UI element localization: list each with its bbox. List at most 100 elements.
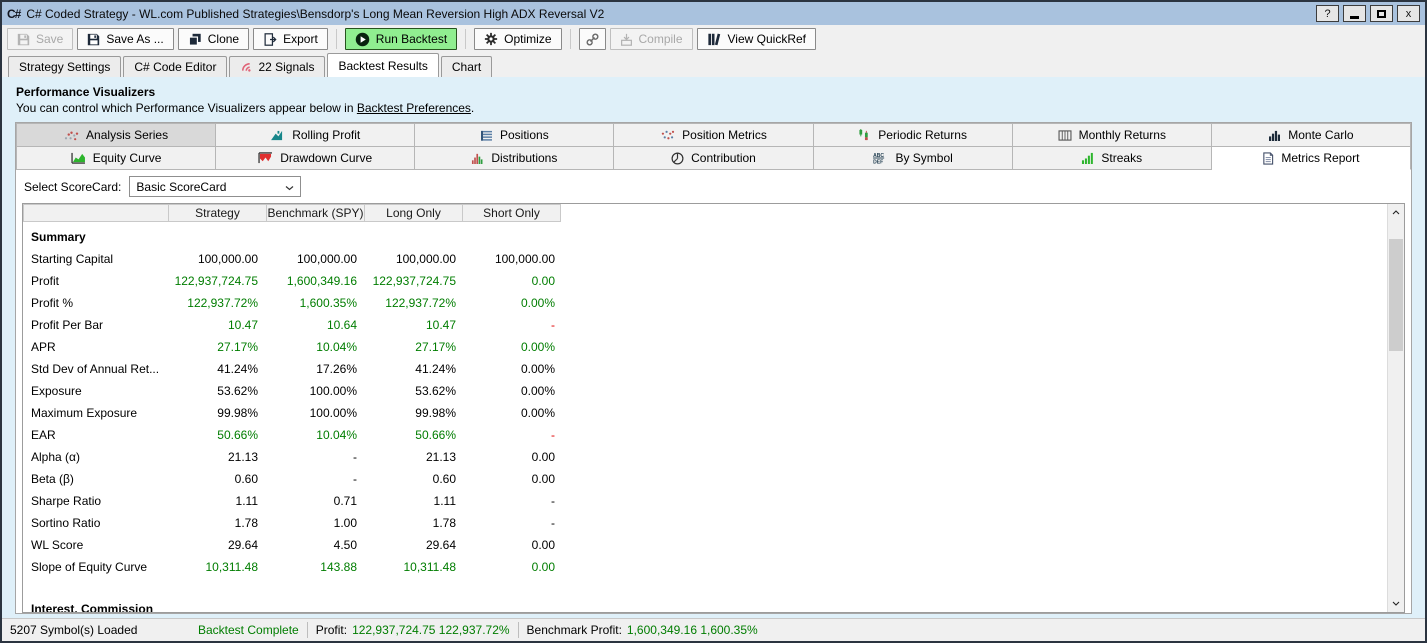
contribution-pie-icon (671, 152, 684, 165)
metric-value: 100,000.00 (367, 252, 466, 266)
metric-row: Std Dev of Annual Ret...41.24%17.26%41.2… (23, 358, 1404, 380)
optimize-button[interactable]: Optimize (474, 28, 561, 50)
tab-strategy-settings[interactable]: Strategy Settings (8, 56, 121, 77)
vertical-scrollbar[interactable] (1387, 204, 1404, 612)
tab-signals[interactable]: 22 Signals (229, 56, 325, 77)
metric-value: 10.04% (268, 340, 367, 354)
scrollbar-thumb[interactable] (1389, 239, 1403, 351)
viz-tab-periodic-returns[interactable]: Periodic Returns (814, 123, 1013, 147)
drawdown-curve-icon (258, 152, 273, 164)
metric-value: 1,600.35% (268, 296, 367, 310)
analysis-series-icon (64, 130, 79, 141)
run-backtest-button[interactable]: Run Backtest (345, 28, 457, 50)
metric-row: Starting Capital100,000.00100,000.00100,… (23, 248, 1404, 270)
tab-label: 22 Signals (258, 60, 314, 74)
viz-tab-by-symbol[interactable]: ABCDEF By Symbol (814, 146, 1013, 170)
metric-label: Std Dev of Annual Ret... (23, 362, 169, 376)
metric-value: 0.00 (466, 472, 565, 486)
toolbar-separator (336, 29, 337, 49)
viz-tab-label: Position Metrics (682, 128, 767, 142)
metric-value: 0.60 (169, 472, 268, 486)
export-icon (263, 33, 277, 46)
metric-row: Beta (β)0.60-0.600.00 (23, 468, 1404, 490)
monthly-returns-icon (1058, 130, 1072, 141)
save-label: Save (36, 32, 63, 46)
titlebar[interactable]: C# C# Coded Strategy - WL.com Published … (2, 2, 1425, 25)
metric-value: 1.78 (367, 516, 466, 530)
viz-tab-metrics-report[interactable]: Metrics Report (1212, 146, 1411, 170)
link-button[interactable] (579, 28, 606, 50)
metric-value: 1.11 (367, 494, 466, 508)
monte-carlo-icon (1268, 130, 1281, 141)
scroll-up-arrow[interactable] (1388, 204, 1404, 221)
viz-tab-label: Monthly Returns (1079, 128, 1166, 142)
metric-value: - (466, 494, 565, 508)
help-button[interactable]: ? (1316, 5, 1339, 22)
viz-tab-streaks[interactable]: Streaks (1013, 146, 1212, 170)
gear-icon (484, 32, 498, 46)
metric-value: 122,937.72% (367, 296, 466, 310)
close-button[interactable]: x (1397, 5, 1420, 22)
tab-chart[interactable]: Chart (441, 56, 492, 77)
scorecard-row: Select ScoreCard: Basic ScoreCard (16, 170, 1411, 203)
viz-tab-label: Positions (500, 128, 549, 142)
metric-value: 100,000.00 (268, 252, 367, 266)
metric-row: Maximum Exposure99.98%100.00%99.98%0.00% (23, 402, 1404, 424)
equity-curve-icon (71, 152, 86, 164)
maximize-icon (1377, 10, 1386, 18)
metric-value: - (268, 472, 367, 486)
compile-label: Compile (639, 32, 683, 46)
viz-tab-drawdown-curve[interactable]: Drawdown Curve (216, 146, 415, 170)
section-header-label: Summary (23, 230, 423, 244)
grid-header: Strategy Benchmark (SPY) Long Only Short… (23, 204, 1404, 222)
performance-visualizers-subtext: You can control which Performance Visual… (16, 101, 1412, 115)
metric-label: EAR (23, 428, 169, 442)
viz-tab-distributions[interactable]: Distributions (415, 146, 614, 170)
viz-tab-monthly-returns[interactable]: Monthly Returns (1013, 123, 1212, 147)
metric-value: 1.78 (169, 516, 268, 530)
backtest-preferences-link[interactable]: Backtest Preferences (357, 101, 471, 115)
metric-value: 53.62% (169, 384, 268, 398)
tab-code-editor[interactable]: C# Code Editor (123, 56, 227, 77)
metric-value: 17.26% (268, 362, 367, 376)
toolbar: Save Save As ... Clone Export Run Backte… (2, 25, 1425, 53)
metric-value: 10.47 (169, 318, 268, 332)
save-as-button[interactable]: Save As ... (77, 28, 173, 50)
metric-value: 21.13 (367, 450, 466, 464)
metric-value: 100,000.00 (466, 252, 565, 266)
minimize-button[interactable] (1343, 5, 1366, 22)
viz-tab-rolling-profit[interactable]: Rolling Profit (216, 123, 415, 147)
viz-tab-positions[interactable]: Positions (415, 123, 614, 147)
section-header-row: Interest, Commission (23, 598, 1404, 613)
scroll-down-arrow[interactable] (1388, 595, 1404, 612)
viz-tab-label: Periodic Returns (878, 128, 967, 142)
metric-value: 27.17% (367, 340, 466, 354)
status-separator (518, 622, 519, 638)
metric-value: 1.00 (268, 516, 367, 530)
export-button[interactable]: Export (253, 28, 328, 50)
view-quickref-label: View QuickRef (728, 32, 806, 46)
grid-header-cell (23, 204, 169, 222)
metric-value: 0.00 (466, 274, 565, 288)
scorecard-select[interactable]: Basic ScoreCard (129, 176, 301, 197)
tab-backtest-results[interactable]: Backtest Results (327, 53, 438, 77)
viz-tab-analysis-series[interactable]: Analysis Series (16, 123, 216, 147)
view-quickref-button[interactable]: View QuickRef (697, 28, 816, 50)
position-metrics-icon (660, 130, 675, 141)
viz-tab-contribution[interactable]: Contribution (614, 146, 813, 170)
viz-tab-position-metrics[interactable]: Position Metrics (614, 123, 813, 147)
metric-value: 0.71 (268, 494, 367, 508)
viz-tab-equity-curve[interactable]: Equity Curve (16, 146, 216, 170)
section-header-row: Summary (23, 226, 1404, 248)
subtext-after: . (471, 101, 474, 115)
metrics-grid-body: Summary Starting Capital100,000.00100,000… (23, 222, 1404, 613)
metric-label: Profit (23, 274, 169, 288)
scorecard-label: Select ScoreCard: (24, 180, 121, 194)
viz-tab-monte-carlo[interactable]: Monte Carlo (1212, 123, 1411, 147)
metric-value: 0.00 (466, 450, 565, 464)
profit-label: Profit: (316, 623, 347, 637)
streaks-icon (1081, 152, 1094, 164)
clone-button[interactable]: Clone (178, 28, 249, 50)
maximize-button[interactable] (1370, 5, 1393, 22)
scrollbar-track[interactable] (1388, 221, 1404, 595)
